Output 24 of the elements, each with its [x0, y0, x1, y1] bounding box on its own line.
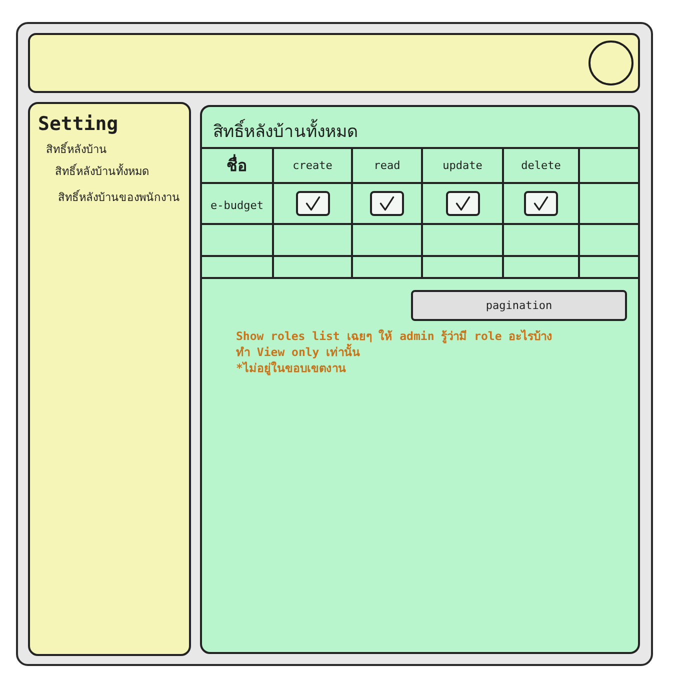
checkbox[interactable] [446, 191, 480, 216]
note-text: Show roles list เฉยๆ ให้ admin รู้ว่ามี role อะไรบ้าง [236, 328, 554, 344]
page-title: สิทธิ์หลังบ้านทั้งหมด [202, 107, 638, 147]
sidebar-title: Setting [38, 112, 120, 136]
check-icon [378, 195, 396, 212]
check-icon [532, 195, 550, 212]
sidebar-subitem[interactable]: สิทธิ์หลังบ้านของพนักงาน [58, 190, 189, 206]
note-text: ทำ View only เท่านั้น [236, 344, 362, 360]
column-header: read [374, 159, 400, 172]
checkbox[interactable] [296, 191, 330, 216]
check-icon [304, 195, 322, 212]
column-header: delete [521, 159, 561, 172]
check-icon [454, 195, 472, 212]
sidebar-item[interactable]: สิทธิ์หลังบ้าน [46, 142, 189, 158]
column-header: create [292, 159, 332, 172]
avatar-icon[interactable] [588, 40, 634, 86]
sidebar-subitem[interactable]: สิทธิ์หลังบ้านทั้งหมด [55, 164, 189, 180]
checkbox[interactable] [370, 191, 404, 216]
pagination-button[interactable]: pagination [411, 290, 627, 321]
checkbox[interactable] [524, 191, 558, 216]
table-cell: e-budget [210, 199, 264, 212]
note-text: *ไม่อยู่ในขอบเขตงาน [236, 360, 347, 376]
column-header: ชื่อ [226, 156, 248, 175]
column-header: update [442, 159, 482, 172]
